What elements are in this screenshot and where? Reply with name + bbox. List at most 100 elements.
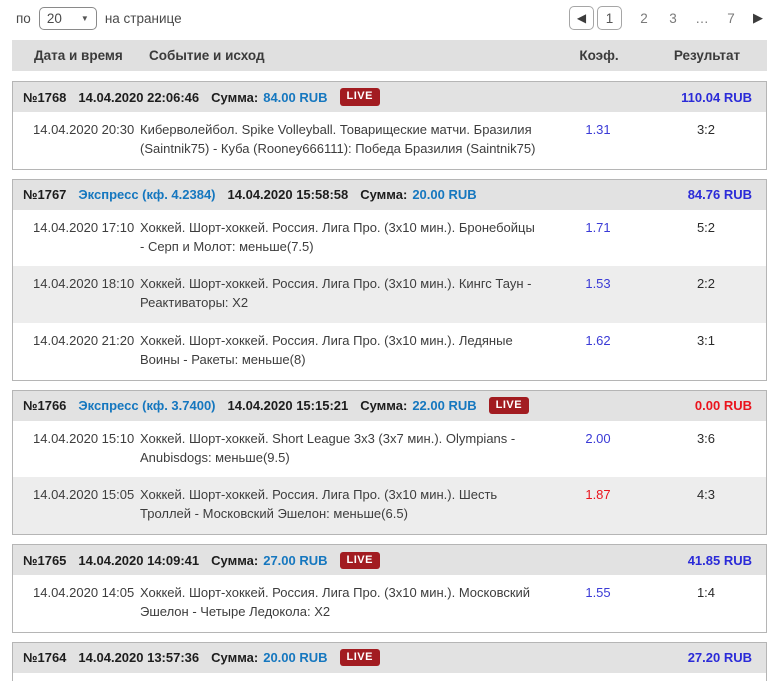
prev-page-button[interactable]: ◀	[569, 6, 594, 30]
row-coefficient: 2.00	[585, 430, 611, 446]
row-coefficient: 1.87	[585, 487, 611, 503]
chevron-down-icon: ▼	[80, 13, 89, 23]
page-button-1[interactable]: 1	[597, 6, 622, 30]
row-datetime: 14.04.2020 20:30	[33, 122, 135, 137]
row-coefficient: 1.31	[585, 122, 611, 137]
bet-row: 14.04.2020 13:00 Киберволейбол. Spike Vo…	[13, 673, 766, 681]
page-button-7[interactable]: 7	[724, 11, 738, 26]
bet-header: №1766 Экспресс (кф. 3.7400) 14.04.2020 1…	[13, 390, 766, 421]
column-header-result: Результат	[673, 48, 741, 63]
bet-sum: Сумма: 22.00 RUB	[360, 398, 476, 413]
sum-label: Сумма:	[211, 650, 259, 666]
bet-datetime: 14.04.2020 22:06:46	[78, 89, 200, 105]
bet-rows: 14.04.2020 15:10 Хоккей. Шорт-хоккей. Sh…	[13, 421, 766, 535]
bet-number: №1768	[23, 89, 67, 105]
bet-datetime: 14.04.2020 15:15:21	[227, 398, 349, 414]
bet-datetime: 14.04.2020 15:58:58	[227, 187, 349, 203]
row-datetime: 14.04.2020 15:05	[33, 487, 135, 503]
sum-label: Сумма:	[360, 187, 408, 203]
next-page-button[interactable]: ▶	[753, 10, 763, 26]
row-score: 1:4	[696, 585, 716, 601]
sum-value: 22.00 RUB	[412, 398, 477, 414]
row-datetime: 14.04.2020 21:20	[33, 333, 135, 349]
row-event-text: Хоккей. Шорт-хоккей. Россия. Лига Про. (…	[140, 219, 535, 254]
sum-value: 84.00 RUB	[263, 89, 328, 105]
row-datetime: 14.04.2020 15:10	[33, 430, 135, 446]
bet-rows: 14.04.2020 17:10 Хоккей. Шорт-хоккей. Ро…	[13, 210, 766, 380]
bet-header: №1768 14.04.2020 22:06:46 Сумма: 84.00 R…	[13, 82, 766, 112]
column-header-date: Дата и время	[34, 48, 123, 63]
bet-sum: Сумма: 20.00 RUB	[360, 187, 476, 202]
bet-rows: 14.04.2020 14:05 Хоккей. Шорт-хоккей. Ро…	[13, 575, 766, 632]
row-coefficient: 1.62	[585, 333, 611, 349]
bet-sum: Сумма: 20.00 RUB	[211, 650, 327, 665]
top-bar: по 20 ▼ на странице ◀ 1 2 3 … 7 ▶	[0, 0, 779, 30]
row-event-text: Хоккей. Шорт-хоккей. Россия. Лига Про. (…	[140, 276, 532, 311]
live-badge: LIVE	[339, 649, 380, 667]
bet-row: 14.04.2020 15:05 Хоккей. Шорт-хоккей. Ро…	[13, 477, 766, 535]
live-badge: LIVE	[488, 397, 530, 415]
row-score: 4:3	[696, 487, 716, 503]
next-page-icon: ▶	[753, 10, 763, 25]
bet-row: 14.04.2020 21:20 Хоккей. Шорт-хоккей. Ро…	[13, 323, 766, 380]
bet-sum: Сумма: 84.00 RUB	[211, 90, 327, 105]
row-score: 3:1	[696, 333, 716, 349]
bet-result-amount: 27.20 RUB	[687, 650, 752, 666]
bet-datetime: 14.04.2020 13:57:36	[78, 650, 200, 666]
bet-card: №1764 14.04.2020 13:57:36 Сумма: 20.00 R…	[12, 641, 767, 681]
page-button-2[interactable]: 2	[637, 11, 651, 26]
bet-card: №1766 Экспресс (кф. 3.7400) 14.04.2020 1…	[12, 389, 767, 536]
row-coefficient: 1.55	[585, 585, 611, 601]
bet-result-amount: 84.76 RUB	[687, 187, 752, 203]
row-event-text: Хоккей. Шорт-хоккей. Россия. Лига Про. (…	[140, 585, 531, 619]
per-page-prefix-label: по	[16, 10, 31, 26]
bet-row: 14.04.2020 18:10 Хоккей. Шорт-хоккей. Ро…	[13, 266, 766, 324]
pagination: ◀ 1 2 3 … 7 ▶	[569, 6, 763, 30]
row-event-text: Хоккей. Шорт-хоккей. Россия. Лига Про. (…	[140, 487, 498, 522]
row-datetime: 14.04.2020 18:10	[33, 276, 135, 292]
bet-card: №1767 Экспресс (кф. 4.2384) 14.04.2020 1…	[12, 178, 767, 381]
express-link[interactable]: Экспресс (кф. 3.7400)	[78, 398, 215, 413]
prev-page-icon: ◀	[576, 11, 587, 25]
sum-value: 27.00 RUB	[263, 552, 328, 568]
bet-number: №1766	[23, 398, 67, 414]
bet-row: 14.04.2020 17:10 Хоккей. Шорт-хоккей. Ро…	[13, 210, 766, 267]
bet-result-amount: 41.85 RUB	[687, 552, 752, 568]
table-header: Дата и время Событие и исход Коэф. Резул…	[12, 40, 767, 71]
bet-number: №1765	[23, 552, 67, 568]
bet-number: №1764	[23, 650, 67, 666]
row-score: 2:2	[696, 276, 716, 292]
column-header-event: Событие и исход	[149, 48, 265, 63]
page-button-3[interactable]: 3	[666, 11, 680, 26]
row-datetime: 14.04.2020 17:10	[33, 219, 135, 235]
row-datetime: 14.04.2020 14:05	[33, 585, 135, 601]
column-header-coef: Коэф.	[579, 48, 619, 63]
bet-result-amount: 0.00 RUB	[694, 398, 752, 414]
per-page-select[interactable]: 20 ▼	[38, 6, 97, 30]
sum-label: Сумма:	[211, 552, 259, 568]
sum-value: 20.00 RUB	[263, 650, 328, 666]
express-link[interactable]: Экспресс (кф. 4.2384)	[78, 187, 215, 202]
per-page-control: по 20 ▼ на странице	[16, 6, 182, 30]
bet-row: 14.04.2020 14:05 Хоккей. Шорт-хоккей. Ро…	[13, 575, 766, 632]
bet-sum: Сумма: 27.00 RUB	[211, 553, 327, 568]
row-event-text: Хоккей. Шорт-хоккей. Россия. Лига Про. (…	[140, 333, 513, 367]
bet-header: №1764 14.04.2020 13:57:36 Сумма: 20.00 R…	[13, 642, 766, 673]
live-badge: LIVE	[339, 551, 380, 569]
row-score: 3:2	[696, 122, 716, 137]
bet-row: 14.04.2020 20:30 Киберволейбол. Spike Vo…	[13, 112, 766, 169]
row-event-text: Киберволейбол. Spike Volleyball. Товарищ…	[140, 122, 536, 156]
per-page-value: 20	[46, 10, 62, 26]
live-badge: LIVE	[339, 88, 380, 106]
row-coefficient: 1.53	[585, 276, 611, 292]
bet-row: 14.04.2020 15:10 Хоккей. Шорт-хоккей. Sh…	[13, 421, 766, 478]
row-event-text: Хоккей. Шорт-хоккей. Short League 3x3 (3…	[140, 430, 516, 465]
sum-value: 20.00 RUB	[412, 187, 477, 203]
bet-number: №1767	[23, 187, 67, 203]
bet-datetime: 14.04.2020 14:09:41	[78, 552, 200, 568]
bet-result-amount: 110.04 RUB	[681, 89, 752, 105]
sum-label: Сумма:	[211, 89, 259, 105]
bet-header: №1765 14.04.2020 14:09:41 Сумма: 27.00 R…	[13, 545, 766, 576]
bet-card: №1765 14.04.2020 14:09:41 Сумма: 27.00 R…	[12, 544, 767, 633]
bet-card: №1768 14.04.2020 22:06:46 Сумма: 84.00 R…	[12, 81, 767, 170]
